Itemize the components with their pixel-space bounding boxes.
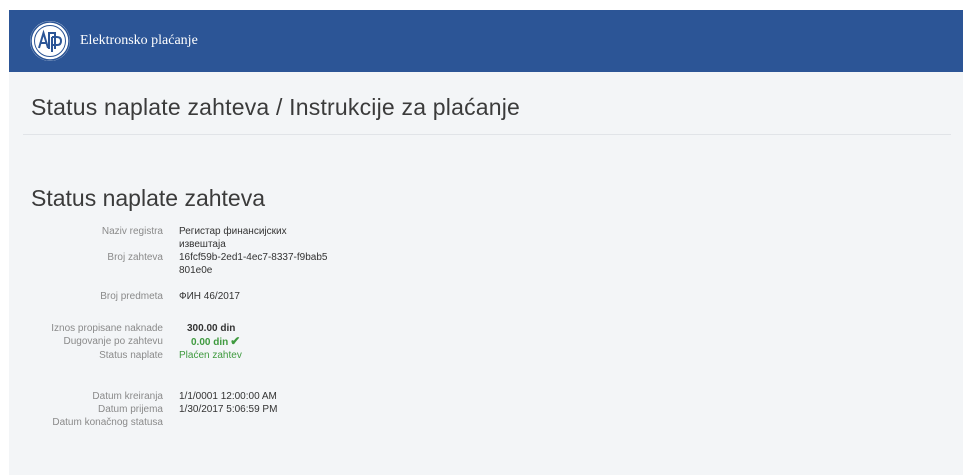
- case-number-label: Broj predmeta: [100, 291, 163, 302]
- debt-value: 0.00 din: [191, 337, 229, 348]
- section-title: Status naplate zahteva: [31, 185, 265, 211]
- payment-status-value: Plaćen zahtev: [179, 350, 242, 361]
- registry-label: Naziv registra: [101, 226, 163, 237]
- debt-value-container: 0.00 din ✔: [191, 335, 341, 349]
- checkmark-icon: ✔: [230, 334, 241, 348]
- page-title: Status naplate zahteva / Instrukcije za …: [31, 94, 521, 120]
- fee-amount-value: 300.00 din: [187, 323, 236, 334]
- apr-logo-icon[interactable]: [30, 21, 70, 61]
- debt-label: Dugovanje po zahtevu: [63, 336, 163, 347]
- received-date-value: 1/30/2017 5:06:59 PM: [179, 404, 278, 415]
- fee-amount-label: Iznos propisane naknade: [51, 323, 163, 334]
- divider: [23, 134, 951, 135]
- request-number-label: Broj zahteva: [107, 252, 163, 263]
- brand-name[interactable]: Elektronsko plaćanje: [80, 33, 198, 49]
- main-content: Status naplate zahteva / Instrukcije za …: [9, 72, 963, 475]
- created-date-value: 1/1/0001 12:00:00 AM: [179, 391, 277, 402]
- final-status-date-label: Datum konačnog statusa: [52, 417, 163, 428]
- request-number-value: 16fcf59b-2ed1-4ec7-8337-f9bab5801e0e: [179, 252, 328, 276]
- payment-status-label: Status naplate: [99, 350, 163, 361]
- case-number-value: ФИН 46/2017: [179, 291, 240, 302]
- created-date-label: Datum kreiranja: [92, 391, 163, 402]
- top-navbar: Elektronsko plaćanje: [9, 10, 963, 72]
- registry-value: Регистар финансијских извештаја: [179, 226, 287, 250]
- received-date-label: Datum prijema: [97, 404, 163, 415]
